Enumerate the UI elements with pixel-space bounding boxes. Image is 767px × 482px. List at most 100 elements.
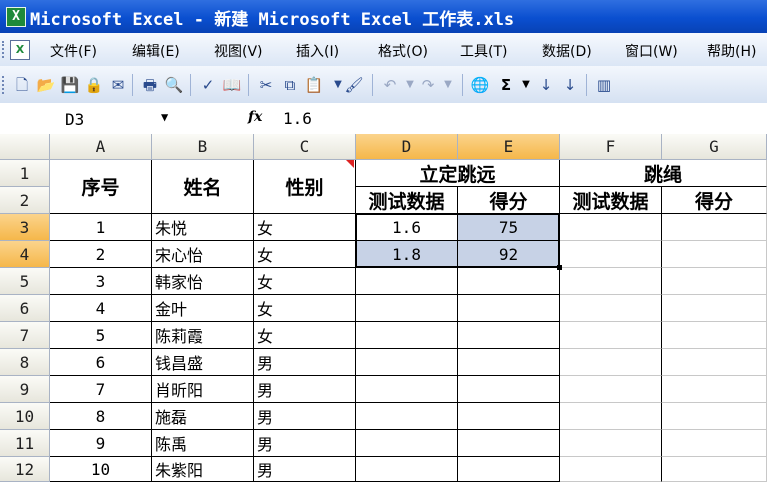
cell-long-jump-test-data[interactable] <box>356 268 458 295</box>
row-header-12[interactable]: 12 <box>0 457 50 482</box>
header-gender[interactable]: 性别 <box>254 160 356 214</box>
cell-long-jump-test-data[interactable]: 1.6 <box>356 214 458 241</box>
insert-function-icon[interactable]: fx <box>248 109 262 125</box>
header-seq[interactable]: 序号 <box>50 160 152 214</box>
row-header-8[interactable]: 8 <box>0 349 50 376</box>
formula-input[interactable]: 1.6 <box>283 109 312 128</box>
cell-gender[interactable]: 女 <box>254 214 356 241</box>
cell-long-jump-score[interactable] <box>458 268 560 295</box>
row-header-10[interactable]: 10 <box>0 403 50 430</box>
cell-gender[interactable]: 女 <box>254 322 356 349</box>
cell-long-jump-score[interactable] <box>458 349 560 376</box>
cell-gender[interactable]: 女 <box>254 268 356 295</box>
cell-long-jump-score[interactable] <box>458 403 560 430</box>
row-header-5[interactable]: 5 <box>0 268 50 295</box>
menu-insert[interactable]: 插入(I) <box>296 41 339 61</box>
cell-jump-rope-test-data[interactable] <box>560 295 662 322</box>
cell-long-jump-score[interactable] <box>458 430 560 457</box>
sort-ascending-icon[interactable]: ↓ <box>536 75 556 95</box>
cell-jump-rope-score[interactable] <box>662 403 767 430</box>
undo-dropdown-icon[interactable]: ▼ <box>400 75 420 95</box>
menu-edit[interactable]: 编辑(E) <box>132 41 180 61</box>
cell-name[interactable]: 陈禹 <box>152 430 254 457</box>
cell-seq[interactable]: 3 <box>50 268 152 295</box>
menu-tools[interactable]: 工具(T) <box>460 41 507 61</box>
cell-gender[interactable]: 男 <box>254 457 356 482</box>
header-long-jump-score[interactable]: 得分 <box>458 187 560 214</box>
undo-icon[interactable]: ↶ <box>380 75 400 95</box>
row-header-11[interactable]: 11 <box>0 430 50 457</box>
cell-long-jump-test-data[interactable] <box>356 295 458 322</box>
cell-jump-rope-score[interactable] <box>662 457 767 482</box>
cell-gender[interactable]: 男 <box>254 376 356 403</box>
cell-jump-rope-test-data[interactable] <box>560 214 662 241</box>
cell-jump-rope-score[interactable] <box>662 241 767 268</box>
email-icon[interactable]: ✉ <box>108 75 128 95</box>
menu-help[interactable]: 帮助(H) <box>707 41 756 61</box>
excel-app-icon[interactable]: X <box>6 7 26 27</box>
header-name[interactable]: 姓名 <box>152 160 254 214</box>
header-jump-rope-test-data[interactable]: 测试数据 <box>560 187 662 214</box>
cell-seq[interactable]: 2 <box>50 241 152 268</box>
cell-name[interactable]: 肖昕阳 <box>152 376 254 403</box>
column-header-c[interactable]: C <box>254 134 356 160</box>
cell-gender[interactable]: 男 <box>254 430 356 457</box>
print-preview-icon[interactable]: 🔍 <box>164 75 184 95</box>
copy-icon[interactable]: ⧉ <box>280 75 300 95</box>
cell-jump-rope-test-data[interactable] <box>560 457 662 482</box>
cell-gender[interactable]: 男 <box>254 403 356 430</box>
autosum-icon[interactable]: Σ <box>496 75 516 95</box>
comment-indicator-icon[interactable] <box>346 160 354 168</box>
cell-jump-rope-test-data[interactable] <box>560 322 662 349</box>
header-long-jump[interactable]: 立定跳远 <box>356 160 560 187</box>
column-header-d[interactable]: D <box>356 134 458 160</box>
cell-name[interactable]: 韩家怡 <box>152 268 254 295</box>
cell-long-jump-score[interactable] <box>458 376 560 403</box>
cell-name[interactable]: 朱紫阳 <box>152 457 254 482</box>
cell-jump-rope-test-data[interactable] <box>560 241 662 268</box>
menu-data[interactable]: 数据(D) <box>542 41 592 61</box>
cell-jump-rope-test-data[interactable] <box>560 268 662 295</box>
row-header-1[interactable]: 1 <box>0 160 50 187</box>
cell-jump-rope-score[interactable] <box>662 376 767 403</box>
spelling-icon[interactable]: ✓ <box>198 75 218 95</box>
cell-long-jump-test-data[interactable]: 1.8 <box>356 241 458 268</box>
cell-jump-rope-score[interactable] <box>662 430 767 457</box>
menubar-grip-icon[interactable] <box>2 41 7 58</box>
cell-long-jump-score[interactable]: 92 <box>458 241 560 268</box>
cell-jump-rope-score[interactable] <box>662 214 767 241</box>
open-icon[interactable]: 📂 <box>36 75 56 95</box>
new-icon[interactable]: 🗋 <box>12 75 32 95</box>
cut-icon[interactable]: ✂ <box>256 75 276 95</box>
row-header-9[interactable]: 9 <box>0 376 50 403</box>
menu-window[interactable]: 窗口(W) <box>625 41 678 61</box>
cell-jump-rope-score[interactable] <box>662 268 767 295</box>
row-header-6[interactable]: 6 <box>0 295 50 322</box>
format-painter-icon[interactable]: 🖌 <box>344 75 364 95</box>
cell-long-jump-test-data[interactable] <box>356 457 458 482</box>
cell-long-jump-test-data[interactable] <box>356 376 458 403</box>
cell-seq[interactable]: 6 <box>50 349 152 376</box>
sort-descending-icon[interactable]: ↓ <box>560 75 580 95</box>
cell-long-jump-test-data[interactable] <box>356 349 458 376</box>
menu-format[interactable]: 格式(O) <box>378 41 428 61</box>
fill-handle[interactable] <box>557 265 562 270</box>
toolbar-grip-icon[interactable] <box>2 76 7 94</box>
cell-name[interactable]: 宋心怡 <box>152 241 254 268</box>
cell-name[interactable]: 朱悦 <box>152 214 254 241</box>
column-header-g[interactable]: G <box>662 134 767 160</box>
cell-jump-rope-test-data[interactable] <box>560 430 662 457</box>
row-header-7[interactable]: 7 <box>0 322 50 349</box>
cell-seq[interactable]: 8 <box>50 403 152 430</box>
cell-seq[interactable]: 4 <box>50 295 152 322</box>
menu-file[interactable]: 文件(F) <box>50 41 97 61</box>
research-icon[interactable]: 📖 <box>222 75 242 95</box>
cell-gender[interactable]: 男 <box>254 349 356 376</box>
select-all-corner[interactable] <box>0 134 50 160</box>
row-header-3[interactable]: 3 <box>0 214 50 241</box>
paste-icon[interactable]: 📋 <box>304 75 324 95</box>
cell-gender[interactable]: 女 <box>254 241 356 268</box>
column-header-b[interactable]: B <box>152 134 254 160</box>
chart-icon[interactable]: ▥ <box>594 75 614 95</box>
column-header-a[interactable]: A <box>50 134 152 160</box>
